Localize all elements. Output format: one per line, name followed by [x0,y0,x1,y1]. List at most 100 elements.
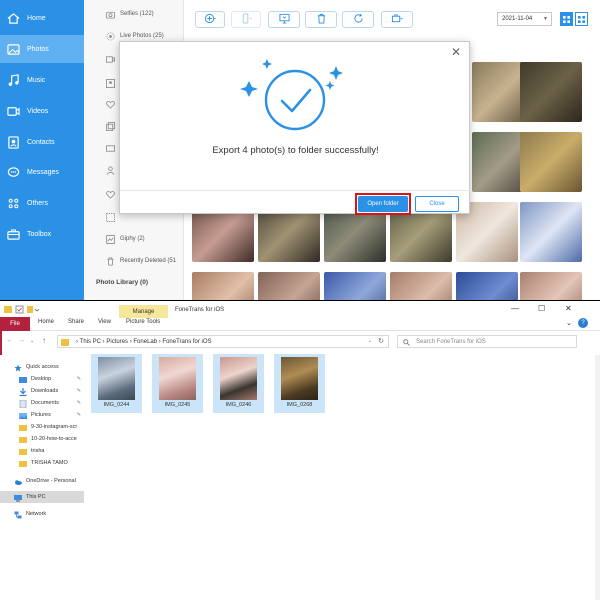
nav-photos[interactable]: Photos [0,35,84,63]
nav-desktop[interactable]: Desktop ✎ [0,373,84,385]
close-icon[interactable]: ✕ [451,45,461,59]
photo-thumbnail[interactable] [520,272,582,300]
video-small-icon [106,55,115,64]
breadcrumb-fonelab[interactable]: FoneLab [133,339,157,345]
maximize-icon[interactable]: ☐ [538,304,545,313]
nav-pictures[interactable]: Pictures ✎ [0,409,84,421]
nav-downloads[interactable]: Downloads ✎ [0,385,84,397]
category-favorites[interactable] [106,98,120,110]
pc-icon [14,494,22,501]
list-view-button[interactable] [575,12,588,26]
nav-others[interactable]: Others [0,189,84,217]
back-arrow-icon[interactable]: ← [6,337,13,344]
category-portrait[interactable] [106,77,120,89]
grid-view-icon [563,10,570,28]
category-hidden[interactable] [106,188,120,200]
category-recently-deleted[interactable]: Recently Deleted (51 [106,255,176,267]
photo-thumbnail[interactable] [192,272,254,300]
success-check-icon [240,59,343,131]
breadcrumb-pictures[interactable]: Pictures [106,339,128,345]
address-bar[interactable]: › This PC › Pictures › FoneLab › FoneTra… [57,335,389,348]
file-name: IMG_0245 [164,402,191,408]
minimize-icon[interactable]: — [511,304,519,313]
nav-folder-instagram[interactable]: 9-30-instagram-scr [0,421,84,433]
add-button[interactable] [195,11,225,28]
toolbox-dropdown-button[interactable] [381,11,413,28]
tab-share[interactable]: Share [68,319,84,325]
tab-home[interactable]: Home [38,319,54,325]
music-icon [7,73,20,87]
nav-quick-access[interactable]: Quick access [0,361,84,373]
nav-folder-trisha-tamo[interactable]: TRISHA TAMO [0,457,84,469]
tab-view[interactable]: View [98,319,111,325]
nav-videos[interactable]: Videos [0,97,84,125]
tab-picture-tools[interactable]: Picture Tools [126,319,160,325]
forward-arrow-icon[interactable]: → [18,337,25,344]
category-screenshots-count[interactable] [106,211,120,223]
category-selfies[interactable]: Selfies (122) [106,8,154,20]
fonetrans-window: Home Photos Music Videos Contacts Messag… [0,0,600,300]
cloud-icon [14,478,22,485]
nav-folder-how-to[interactable]: 10-20-how-to-acce [0,433,84,445]
open-folder-button[interactable]: Open folder [358,196,408,212]
quick-access-toolbar-icons[interactable] [4,305,40,314]
category-people[interactable] [106,164,120,176]
file-item[interactable]: IMG_0268 [274,354,325,413]
star-icon [14,364,22,371]
ribbon-tabs: File Home Share View Picture Tools ⌄ ? [0,317,600,331]
category-bursts[interactable] [106,120,120,132]
nav-messages[interactable]: Messages [0,158,84,186]
delete-button[interactable] [305,11,337,28]
app-sidebar: Home Photos Music Videos Contacts Messag… [0,0,84,300]
photo-thumbnail[interactable] [390,272,452,300]
photo-thumbnail[interactable] [258,272,320,300]
category-screenshots[interactable] [106,53,120,65]
vertical-scrollbar[interactable] [595,355,600,600]
toolbox-icon [7,228,20,241]
category-panoramas[interactable] [106,142,120,154]
navigation-pane: Quick access Desktop ✎ Downloads ✎ Documen… [0,353,84,600]
address-dropdown-icon[interactable]: ⌄ [368,338,372,344]
pc-export-icon [278,11,290,29]
photo-thumbnail[interactable] [520,62,582,122]
nav-toolbox[interactable]: Toolbox [0,220,84,248]
nav-contacts[interactable]: Contacts [0,128,84,156]
list-view-icon [578,10,585,28]
briefcase-icon [388,11,406,29]
ribbon-expand-icon[interactable]: ⌄ [566,319,572,327]
nav-documents[interactable]: Documents ✎ [0,397,84,409]
nav-network[interactable]: Network [0,508,84,520]
refresh-button[interactable] [342,11,374,28]
file-item[interactable]: IMG_0245 [152,354,203,413]
help-icon[interactable]: ? [578,318,588,328]
file-item[interactable]: IMG_0244 [91,354,142,413]
export-to-pc-button[interactable] [268,11,300,28]
tab-file[interactable]: File [0,317,30,331]
nav-home[interactable]: Home [0,4,84,32]
date-select[interactable]: 2021-11-04 ▼ [497,12,552,26]
up-arrow-icon[interactable]: ↑ [42,336,46,345]
photo-thumbnail[interactable] [324,272,386,300]
refresh-icon[interactable]: ↻ [378,337,384,345]
nav-music[interactable]: Music [0,66,84,94]
close-button[interactable]: Close [415,196,459,212]
nav-videos-label: Videos [27,107,49,115]
breadcrumb-fonetrans[interactable]: FoneTrans for iOS [162,339,211,345]
recent-locations-icon[interactable]: ⌄ [30,338,34,344]
photo-thumbnail[interactable] [520,202,582,262]
category-giphy[interactable]: Giphy (2) [106,233,145,245]
file-item[interactable]: IMG_0246 [213,354,264,413]
breadcrumb-this-pc[interactable]: This PC [80,339,101,345]
export-to-device-button[interactable] [231,11,261,28]
search-input[interactable]: Search FoneTrans for iOS [397,335,577,348]
photo-thumbnail[interactable] [456,272,518,300]
nav-onedrive[interactable]: OneDrive - Personal [0,475,84,487]
grid-view-button[interactable] [560,12,573,26]
close-window-icon[interactable]: ✕ [565,304,572,313]
photo-library-label[interactable]: Photo Library (0) [96,279,148,286]
photo-thumbnail[interactable] [520,132,582,192]
nav-this-pc[interactable]: This PC [0,491,84,503]
chevron-down-icon: ▼ [543,16,548,22]
nav-folder-trisha[interactable]: trisha [0,445,84,457]
giphy-icon [106,234,115,244]
